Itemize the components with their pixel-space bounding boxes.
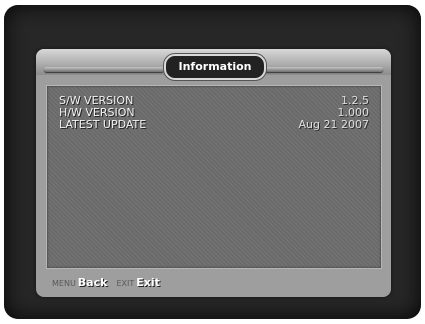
back-button[interactable]: Back (78, 276, 108, 289)
exit-button[interactable]: Exit (136, 276, 160, 289)
exit-key-label: EXIT (116, 279, 135, 288)
info-content-area: S/W VERSION 1.2.5 H/W VERSION 1.000 LATE… (46, 85, 382, 269)
info-row-latest-update: LATEST UPDATE Aug 21 2007 (59, 118, 369, 131)
title-ridge-right (263, 67, 383, 72)
menu-key-label: MENU (52, 279, 76, 288)
footer-hint-bar: MENU Back EXIT Exit (52, 275, 169, 291)
info-label: LATEST UPDATE (59, 118, 147, 131)
info-value: Aug 21 2007 (298, 118, 369, 131)
title-ridge-left (44, 67, 164, 72)
information-panel: Information S/W VERSION 1.2.5 H/W VERSIO… (36, 49, 391, 297)
page-title: Information (178, 60, 252, 73)
title-tab: Information (164, 54, 266, 80)
tv-screen: Information S/W VERSION 1.2.5 H/W VERSIO… (4, 5, 421, 319)
